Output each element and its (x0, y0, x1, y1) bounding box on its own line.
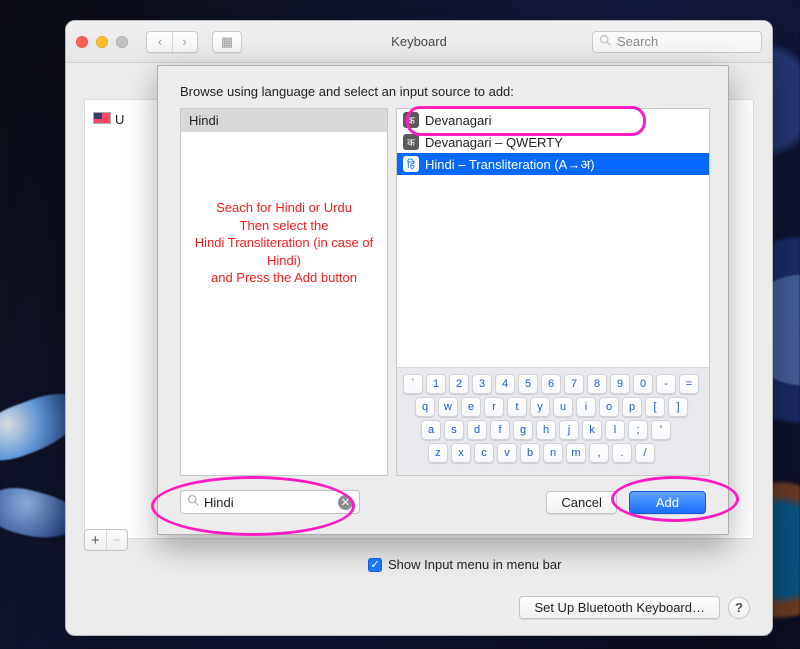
keyboard-key: v (497, 443, 517, 463)
keyboard-key: i (576, 397, 596, 417)
hindi-icon: हि (403, 156, 419, 172)
source-item-devanagari[interactable]: क Devanagari (397, 109, 709, 131)
sheet-search-input[interactable]: Hindi ✕ (180, 490, 360, 514)
source-item-label: Devanagari (425, 113, 492, 128)
keyboard-key: 6 (541, 374, 561, 394)
keyboard-key: - (656, 374, 676, 394)
us-flag-icon (93, 112, 111, 124)
setup-bluetooth-keyboard-button[interactable]: Set Up Bluetooth Keyboard… (519, 596, 720, 619)
keyboard-key: 3 (472, 374, 492, 394)
keyboard-key: 9 (610, 374, 630, 394)
add-button[interactable]: Add (629, 491, 706, 514)
keyboard-key: , (589, 443, 609, 463)
keyboard-key: o (599, 397, 619, 417)
show-input-menu-checkbox[interactable]: ✓ (368, 558, 382, 572)
source-item-hindi-transliteration[interactable]: हि Hindi – Transliteration (A→अ) (397, 153, 709, 175)
devanagari-icon: क (403, 112, 419, 128)
input-source-list[interactable]: क Devanagari क Devanagari – QWERTY हि Hi… (397, 109, 709, 175)
keyboard-key: t (507, 397, 527, 417)
source-item-label: Hindi – Transliteration (A→अ) (425, 155, 595, 173)
keyboard-key: f (490, 420, 510, 440)
keyboard-key: y (530, 397, 550, 417)
add-input-source-sheet: Browse using language and select an inpu… (157, 65, 729, 535)
keyboard-key: a (421, 420, 441, 440)
search-value: Hindi (204, 495, 234, 510)
preferences-search-input[interactable]: Search (592, 31, 762, 53)
help-button[interactable]: ? (728, 597, 750, 619)
keyboard-key: ] (668, 397, 688, 417)
zoom-window-button[interactable] (116, 36, 128, 48)
show-input-menu-checkbox-row: ✓ Show Input menu in menu bar (368, 557, 561, 572)
language-list-item[interactable]: Hindi (181, 109, 387, 132)
titlebar: ‹ › ▦ Keyboard Search (66, 21, 772, 63)
keyboard-key: 5 (518, 374, 538, 394)
back-icon[interactable]: ‹ (148, 32, 172, 52)
keyboard-key: b (520, 443, 540, 463)
source-list-pane: क Devanagari क Devanagari – QWERTY हि Hi… (396, 108, 710, 476)
keyboard-key: z (428, 443, 448, 463)
add-source-button[interactable]: + (85, 530, 106, 550)
source-item-label: Devanagari – QWERTY (425, 135, 563, 150)
input-source-item-label: U (115, 112, 124, 127)
source-item-devanagari-qwerty[interactable]: क Devanagari – QWERTY (397, 131, 709, 153)
keyboard-key: c (474, 443, 494, 463)
forward-icon[interactable]: › (172, 32, 196, 52)
show-input-menu-label: Show Input menu in menu bar (388, 557, 561, 572)
keyboard-key: n (543, 443, 563, 463)
search-icon (187, 494, 200, 510)
keyboard-key: j (559, 420, 579, 440)
keyboard-key: e (461, 397, 481, 417)
keyboard-key: 2 (449, 374, 469, 394)
keyboard-key: r (484, 397, 504, 417)
search-icon (599, 34, 612, 50)
system-preferences-window: ‹ › ▦ Keyboard Search U + − Set Up Bluet… (65, 20, 773, 636)
show-all-prefs-button[interactable]: ▦ (212, 31, 242, 53)
keyboard-key: 1 (426, 374, 446, 394)
close-window-button[interactable] (76, 36, 88, 48)
keyboard-key: p (622, 397, 642, 417)
keyboard-key: s (444, 420, 464, 440)
clear-search-button[interactable]: ✕ (338, 495, 353, 510)
keyboard-key: k (582, 420, 602, 440)
nav-back-forward[interactable]: ‹ › (146, 31, 198, 53)
keyboard-key: m (566, 443, 586, 463)
keyboard-key: x (451, 443, 471, 463)
sheet-heading: Browse using language and select an inpu… (158, 66, 728, 99)
keyboard-key: q (415, 397, 435, 417)
keyboard-key: l (605, 420, 625, 440)
keyboard-key: 8 (587, 374, 607, 394)
cancel-button[interactable]: Cancel (546, 491, 616, 514)
keyboard-key: u (553, 397, 573, 417)
search-placeholder: Search (617, 34, 658, 49)
keyboard-key: . (612, 443, 632, 463)
keyboard-key: ; (628, 420, 648, 440)
keyboard-layout-preview: `1234567890-= qwertyuiop[] asdfghjkl;' z… (397, 367, 709, 475)
keyboard-key: w (438, 397, 458, 417)
keyboard-key: 0 (633, 374, 653, 394)
language-list[interactable]: Hindi Seach for Hindi or Urdu Then selec… (180, 108, 388, 476)
keyboard-key: 7 (564, 374, 584, 394)
annotation-instructions: Seach for Hindi or Urdu Then select the … (181, 199, 387, 287)
remove-source-button[interactable]: − (106, 530, 128, 550)
keyboard-key: ' (651, 420, 671, 440)
keyboard-key: 4 (495, 374, 515, 394)
grid-icon: ▦ (221, 34, 233, 50)
keyboard-key: d (467, 420, 487, 440)
add-remove-source-buttons: + − (84, 529, 128, 551)
keyboard-key: g (513, 420, 533, 440)
keyboard-key: h (536, 420, 556, 440)
devanagari-icon: क (403, 134, 419, 150)
keyboard-key: = (679, 374, 699, 394)
keyboard-key: / (635, 443, 655, 463)
keyboard-key: ` (403, 374, 423, 394)
keyboard-key: [ (645, 397, 665, 417)
minimize-window-button[interactable] (96, 36, 108, 48)
